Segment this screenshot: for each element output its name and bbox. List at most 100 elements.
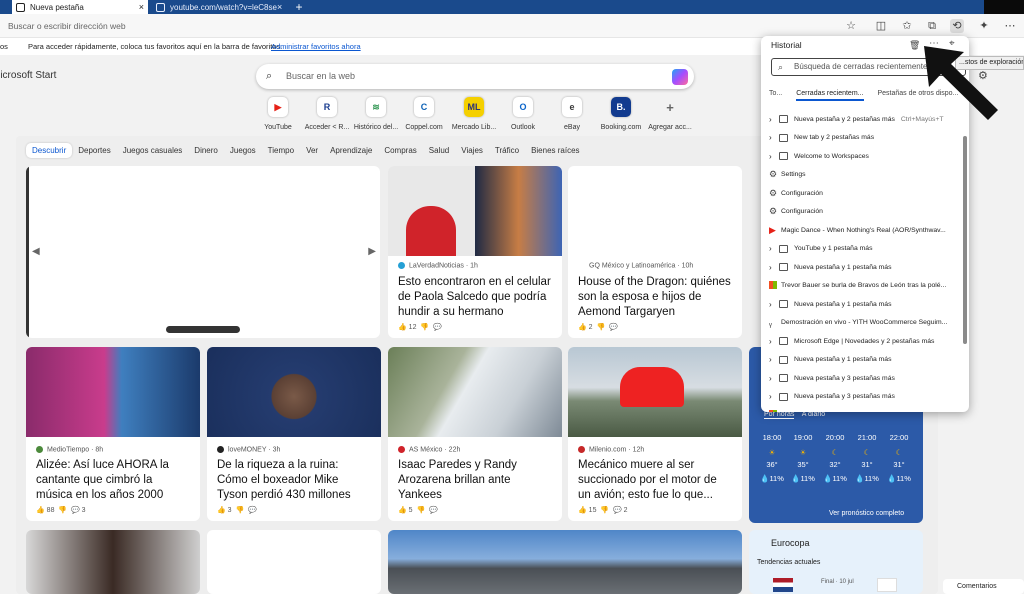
history-scrollbar[interactable] [963,136,967,344]
history-item[interactable]: ▶ Magic Dance - When Nothing's Real (AOR/… [769,221,961,239]
moon-icon: ☾ [895,448,903,457]
full-forecast-link[interactable]: Ver pronóstico completo [829,510,904,517]
history-item-label: Nueva pestaña y 3 pestañas más [794,374,895,382]
gear-icon: ⚙ [769,187,778,198]
tab-real-estate[interactable]: Bienes raíces [525,143,585,158]
split-screen-icon[interactable]: ◫ [874,19,888,33]
web-search-box[interactable]: ⌕ Buscar en la web [256,64,694,89]
more-icon[interactable]: ⋯ [1003,19,1017,33]
tab-strip: Nueva pestaña × youtube.com/watch?v=leC8… [0,0,1024,14]
history-item[interactable]: › Nueva pestaña y 3 pestañas más [769,388,961,406]
tab-daily[interactable]: A diario [802,411,825,418]
add-shortcut-button[interactable]: + Agregar acc... [644,97,696,132]
quick-link-outlook[interactable]: O Outlook [497,97,549,131]
eurocopa-widget[interactable]: Eurocopa Tendencias actuales Final · 10 … [749,530,923,594]
carousel-prev-icon[interactable]: ◀ [32,246,40,257]
quick-link-historico[interactable]: ≋ Histórico del... [350,97,402,131]
history-item[interactable]: › Welcome to Workspaces [769,147,961,165]
news-card[interactable]: GQ México y Latinoamérica · 10h House of… [568,166,742,338]
address-bar[interactable]: Buscar o escribir dirección web [0,18,840,35]
window-controls[interactable] [984,0,1024,14]
news-card[interactable]: Milenio.com · 12h Mecánico muere al ser … [568,347,742,521]
quick-link-youtube[interactable]: ▶ YouTube [252,97,304,131]
favorites-icon[interactable]: ✩ [900,19,914,33]
news-card[interactable] [388,530,742,594]
collections-icon[interactable]: ⧉ [925,19,939,33]
close-tab-icon[interactable]: × [277,2,282,12]
tab-casual-games[interactable]: Juegos casuales [117,143,189,158]
news-card[interactable]: LaVerdadNoticias · 1h Esto encontraron e… [388,166,562,338]
history-item[interactable]: › Nueva pestaña y 1 pestaña más [769,258,961,276]
source-icon [578,446,585,453]
carousel-dots[interactable] [166,326,240,333]
chevron-right-icon[interactable]: › [769,133,779,142]
history-item[interactable]: MLB: Miembros de Angelinos destruye a go… [769,406,961,412]
tab-traffic[interactable]: Tráfico [489,143,525,158]
tab-new-tab[interactable]: Nueva pestaña × [12,0,148,14]
history-item[interactable]: › YouTube y 1 pestaña más [769,240,961,258]
tab-recently-closed[interactable]: Cerradas recientem... [796,90,864,101]
history-icon[interactable]: ⟲ [950,19,964,33]
toolbar: Buscar o escribir dirección web ☆ ◫ ✩ ⧉ … [0,14,1024,38]
history-item[interactable]: › Nueva pestaña y 1 pestaña más [769,295,961,313]
tab-travel[interactable]: Viajes [455,143,489,158]
quick-link-ebay[interactable]: e eBay [546,97,598,131]
manage-favorites-link[interactable]: Administrar favoritos ahora [271,38,361,55]
tab-health[interactable]: Salud [423,143,455,158]
news-card[interactable]: loveMONEY · 3h De la riqueza a la ruina:… [207,347,381,521]
news-card[interactable] [26,530,200,594]
history-item[interactable]: › New tab y 2 pestañas más [769,129,961,147]
quick-link-mercado[interactable]: ML Mercado Lib... [448,97,500,131]
carousel-card[interactable]: ◀ ▶ [26,166,380,338]
tab-money[interactable]: Dinero [188,143,224,158]
chevron-right-icon[interactable]: › [769,392,779,401]
history-item[interactable]: ⚙ Configuración [769,184,961,202]
history-item[interactable]: ⚙ Settings [769,166,961,184]
tab-games[interactable]: Juegos [224,143,262,158]
chevron-right-icon[interactable]: › [769,152,779,161]
history-item[interactable]: › Nueva pestaña y 1 pestaña más [769,351,961,369]
quick-link-coppel[interactable]: C Coppel.com [398,97,450,131]
news-card[interactable]: MedioTiempo · 8h Alizée: Así luce AHORA … [26,347,200,521]
tab-watch[interactable]: Ver [300,143,324,158]
favorite-star-icon[interactable]: ☆ [844,19,858,33]
history-item[interactable]: › Microsoft Edge | Novedades y 2 pestañas… [769,332,961,350]
chevron-right-icon[interactable]: › [769,355,779,364]
match-date: Final · 10 jul [821,579,854,585]
tab-sports[interactable]: Deportes [72,143,116,158]
tab-all[interactable]: To... [769,90,782,97]
history-item[interactable]: ᵧ Demostración en vivo - YITH WooCommerce… [769,314,961,332]
news-source: AS México · 22h [398,446,460,453]
new-tab-button[interactable]: + [290,0,308,14]
chevron-right-icon[interactable]: › [769,374,779,383]
chevron-right-icon[interactable]: › [769,337,779,346]
tab-youtube[interactable]: youtube.com/watch?v=leC8se × [152,0,284,14]
comments-button[interactable]: Comentarios [943,579,1024,594]
tab-weather[interactable]: Tiempo [262,143,300,158]
quick-link-label: Acceder < R... [304,124,350,131]
history-item[interactable]: Trevor Bauer se burla de Bravos de León … [769,277,961,295]
news-card[interactable] [207,530,381,594]
tab-discover[interactable]: Descubrir [26,142,73,158]
tab-hourly[interactable]: Por horas [764,411,795,419]
copilot-icon[interactable] [672,69,688,85]
copilot-icon[interactable]: ✦ [977,19,991,33]
close-tab-icon[interactable]: × [139,2,144,12]
quick-link-booking[interactable]: B. Booking.com [595,97,647,131]
news-card[interactable]: AS México · 22h Isaac Paredes y Randy Ar… [388,347,562,521]
search-icon: ⌕ [266,70,273,82]
carousel-next-icon[interactable]: ▶ [368,246,376,257]
search-placeholder: Buscar en la web [286,71,356,81]
tab-learning[interactable]: Aprendizaje [324,143,378,158]
chevron-right-icon[interactable]: › [769,244,779,253]
tab-shopping[interactable]: Compras [378,143,422,158]
netherlands-flag-icon [773,578,793,592]
quick-link-r[interactable]: R Acceder < R... [301,97,353,131]
history-item[interactable]: › Nueva pestaña y 3 pestañas más [769,369,961,387]
hour-col: 18:00 ☀ 36° 💧11% [758,433,786,483]
history-item[interactable]: ⚙ Configuración [769,203,961,221]
chevron-right-icon[interactable]: › [769,263,779,272]
chevron-right-icon[interactable]: › [769,300,779,309]
chevron-right-icon[interactable]: › [769,115,779,124]
gear-icon: ⚙ [769,206,778,216]
